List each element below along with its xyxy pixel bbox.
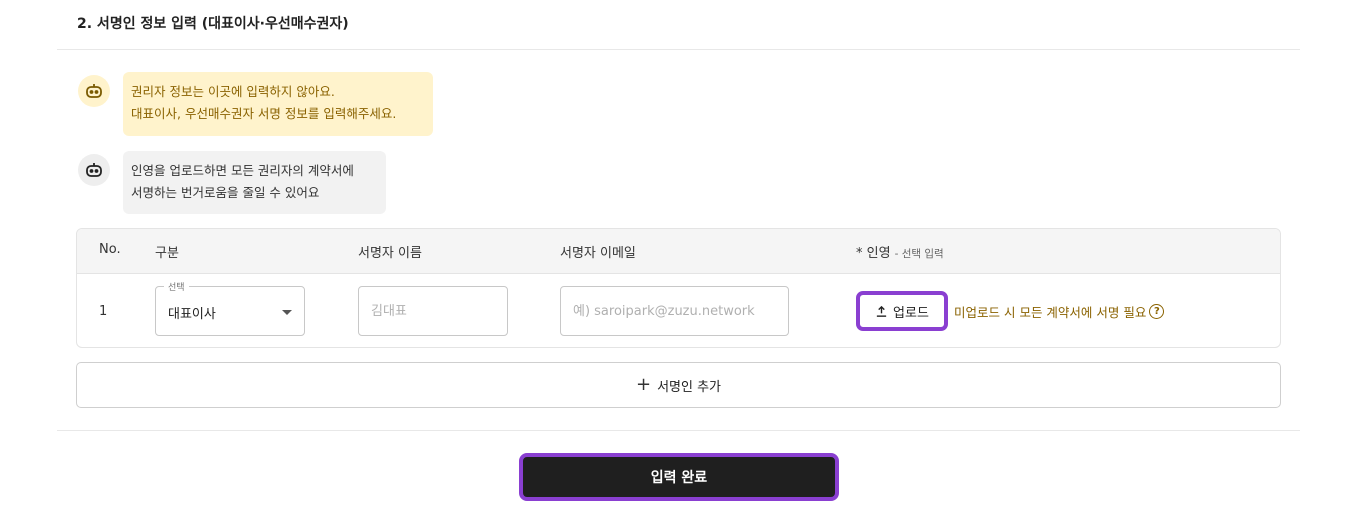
robot-icon [78,154,110,186]
upload-label: 업로드 [893,305,929,321]
section-title: 2. 서명인 정보 입력 (대표이사·우선매수권자) [77,16,349,32]
submit-label: 입력 완료 [650,470,708,486]
header-email: 서명자 이메일 [560,246,636,261]
upload-note: 미업로드 시 모든 계약서에 서명 필요 ? [954,302,1165,321]
header-name: 서명자 이름 [358,246,422,261]
header-seal-sub: - 선택 입력 [894,248,944,260]
top-divider [57,49,1300,50]
type-select[interactable]: 선택 대표이사 [155,280,305,336]
upload-seal-button[interactable]: 업로드 [856,291,948,331]
notice-bubble-yellow: 권리자 정보는 이곳에 입력하지 않아요. 대표이사, 우선매수권자 서명 정보… [123,72,433,136]
notice-line: 서명하는 번거로움을 줄일 수 있어요 [131,185,320,200]
header-type: 구분 [155,246,179,261]
chevron-down-icon [282,310,292,315]
upload-icon [876,305,887,317]
type-select-label: 선택 [164,280,189,293]
bottom-divider [57,430,1300,431]
notice-line: 권리자 정보는 이곳에 입력하지 않아요. [131,84,335,99]
add-signer-label: 서명인 추가 [657,379,722,395]
upload-note-text: 미업로드 시 모든 계약서에 서명 필요 [954,305,1147,320]
plus-icon: + [635,374,652,395]
robot-icon [78,75,110,107]
help-icon[interactable]: ? [1149,304,1165,319]
signer-name-input[interactable] [358,286,508,336]
row-number: 1 [99,304,108,319]
add-signer-button[interactable]: + 서명인 추가 [76,362,1281,408]
header-seal-label: * 인영 [856,246,891,261]
notice-line: 인영을 업로드하면 모든 권리자의 계약서에 [131,163,354,178]
table-header: No. 구분 서명자 이름 서명자 이메일 * 인영 - 선택 입력 [77,229,1280,274]
notice-line: 대표이사, 우선매수권자 서명 정보를 입력해주세요. [131,106,397,121]
notice-bubble-gray: 인영을 업로드하면 모든 권리자의 계약서에 서명하는 번거로움을 줄일 수 있… [123,151,386,214]
signer-table: No. 구분 서명자 이름 서명자 이메일 * 인영 - 선택 입력 1 선택 대… [76,228,1281,348]
submit-button[interactable]: 입력 완료 [519,453,839,501]
header-seal: * 인영 - 선택 입력 [856,242,944,261]
type-select-value: 대표이사 [168,307,216,322]
header-no: No. [99,242,121,257]
signer-email-input[interactable] [560,286,789,336]
